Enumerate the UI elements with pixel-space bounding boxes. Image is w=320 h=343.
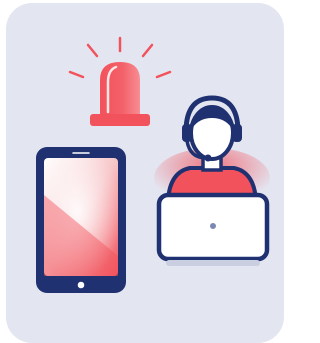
laptop-icon <box>156 192 270 266</box>
siren-base <box>90 114 150 126</box>
support-agent-icon <box>154 95 270 208</box>
phone-home-button <box>77 281 85 289</box>
emergency-support-illustration <box>36 36 270 293</box>
siren-dome <box>100 62 140 116</box>
siren-ray <box>141 43 154 58</box>
alarm-siren-icon <box>68 36 172 126</box>
siren-ray <box>155 70 172 79</box>
headset-right-ear <box>232 124 242 142</box>
smartphone-icon <box>36 147 126 293</box>
siren-ray <box>86 43 99 58</box>
headset-mic-icon <box>204 154 212 162</box>
siren-ray <box>68 70 85 79</box>
laptop-base <box>166 260 260 266</box>
laptop-logo <box>210 223 216 229</box>
